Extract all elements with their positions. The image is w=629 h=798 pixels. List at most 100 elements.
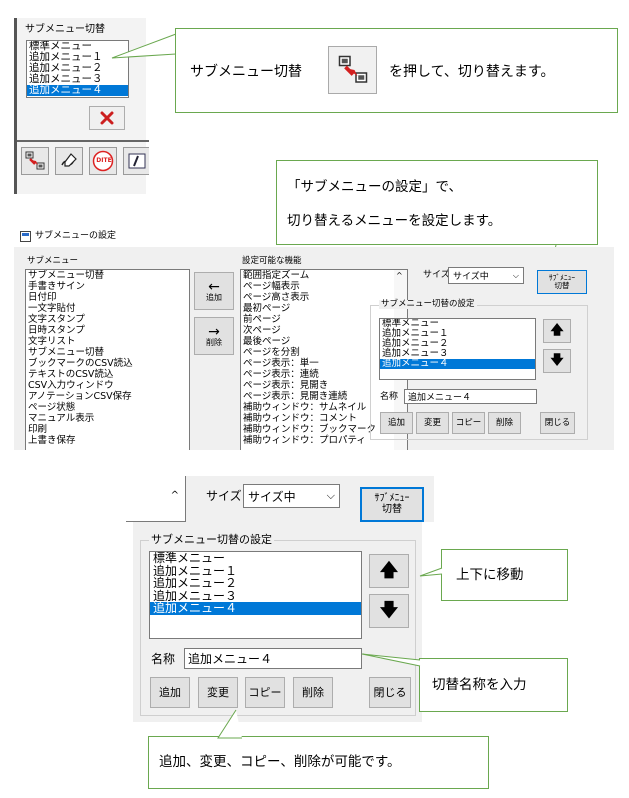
callout-name-text: 切替名称を入力 bbox=[432, 677, 527, 693]
list-item[interactable]: 追加メニュー４ bbox=[380, 359, 535, 369]
list-item[interactable]: 追加メニュー２ bbox=[150, 577, 361, 590]
scroll-up-icon: ^ bbox=[170, 490, 179, 501]
delete-button[interactable]: 削除 bbox=[488, 412, 521, 434]
zoom-submenu-switch-line2: 切替 bbox=[382, 503, 402, 515]
move-down-button[interactable]: 🡇 bbox=[543, 349, 571, 373]
arrow-up-icon: 🡅 bbox=[550, 323, 564, 339]
delete-x-icon bbox=[100, 111, 114, 125]
zoom-submenu-switch-button[interactable]: ｻﾌﾞﾒﾆｭｰ 切替 bbox=[360, 487, 424, 522]
zoom-size-select[interactable]: サイズ中 ⌵ bbox=[243, 484, 340, 508]
callout-settings-line2: 切り替えるメニューを設定します。 bbox=[287, 213, 502, 229]
dialog-title: サブメニューの設定 bbox=[35, 231, 117, 241]
arrow-right-icon: → bbox=[208, 323, 220, 340]
zoom-switch-settings-group-label: サブメニュー切替の設定 bbox=[149, 533, 274, 546]
switch-settings-group: サブメニュー切替の設定 標準メニュー 追加メニュー１ 追加メニュー２ 追加メニュー３ 追… bbox=[370, 300, 588, 440]
zoom-move-down-button[interactable]: 🡇 bbox=[369, 594, 409, 628]
date-stamp-label: DITE bbox=[96, 157, 112, 164]
copy-button[interactable]: コピー bbox=[452, 412, 485, 434]
zoom-change-button[interactable]: 変更 bbox=[198, 677, 238, 708]
zoom-move-up-button[interactable]: 🡅 bbox=[369, 554, 409, 588]
available-functions-label: 設定可能な機能 bbox=[242, 256, 302, 266]
name-label: 名称 bbox=[380, 392, 399, 402]
list-item[interactable]: 文字スタンプ bbox=[26, 314, 189, 325]
close-list-button[interactable] bbox=[89, 106, 125, 130]
arrow-down-icon: 🡇 bbox=[550, 353, 564, 369]
change-button[interactable]: 変更 bbox=[416, 412, 449, 434]
submenu-switch-button[interactable]: ｻﾌﾞﾒﾆｭｰ 切替 bbox=[537, 270, 587, 294]
switch-settings-group-label: サブメニュー切替の設定 bbox=[379, 299, 477, 309]
submenu-switch-line2: 切替 bbox=[554, 281, 570, 290]
list-item[interactable]: ページ幅表示 bbox=[241, 281, 407, 292]
callout-buttons: 追加、変更、コピー、削除が可能です。 bbox=[148, 736, 489, 789]
list-item[interactable]: 追加メニュー４ bbox=[150, 602, 361, 615]
callout-switch: サブメニュー切替 を押して、切り替えます。 bbox=[175, 28, 618, 113]
submenu-list-label: サブメニュー bbox=[27, 256, 79, 266]
list-item[interactable]: 日時スタンプ bbox=[26, 325, 189, 336]
remove-function-button[interactable]: → 削除 bbox=[194, 317, 234, 355]
list-item[interactable]: 印刷 bbox=[26, 424, 189, 435]
zoom-top-strip: ^ サイズ サイズ中 ⌵ ｻﾌﾞﾒﾆｭｰ 切替 bbox=[126, 476, 434, 522]
callout-move: 上下に移動 bbox=[441, 549, 568, 601]
zoom-name-label: 名称 bbox=[151, 652, 176, 666]
arrow-left-icon: ← bbox=[208, 278, 220, 295]
arrow-down-icon: 🡇 bbox=[379, 599, 399, 621]
text-toolbar-button[interactable] bbox=[123, 147, 149, 175]
zoom-available-list-edge[interactable]: ^ bbox=[126, 476, 186, 522]
scroll-up-icon: ^ bbox=[396, 271, 403, 280]
dialog-app-icon bbox=[20, 231, 31, 242]
list-item[interactable]: アノテーションCSV保存 bbox=[26, 391, 189, 402]
list-item[interactable]: 手書きサイン bbox=[26, 281, 189, 292]
list-item[interactable]: ブックマークのCSV読込 bbox=[26, 358, 189, 369]
zoom-close-button[interactable]: 閉じる bbox=[369, 677, 411, 708]
zoom-switch-menu-list[interactable]: 標準メニュー 追加メニュー１ 追加メニュー２ 追加メニュー３ 追加メニュー４ bbox=[149, 551, 362, 639]
list-item[interactable]: ページ状態 bbox=[26, 402, 189, 413]
callout-settings: 「サブメニューの設定」で、 切り替えるメニューを設定します。 bbox=[276, 160, 598, 245]
date-stamp-toolbar-button[interactable]: DITE bbox=[89, 147, 117, 175]
zoom-switch-settings-panel: サブメニュー切替の設定 標準メニュー 追加メニュー１ 追加メニュー２ 追加メニュー３ 追… bbox=[133, 522, 422, 722]
list-item[interactable]: 標準メニュー bbox=[150, 552, 361, 565]
list-item[interactable]: テキストのCSV読込 bbox=[26, 369, 189, 380]
remove-function-label: 削除 bbox=[206, 337, 222, 347]
list-item[interactable]: サブメニュー切替 bbox=[26, 270, 189, 281]
chevron-down-icon: ⌵ bbox=[512, 270, 519, 280]
size-select-value: サイズ中 bbox=[453, 272, 489, 282]
zoom-name-input[interactable]: 追加メニュー４ bbox=[184, 648, 362, 669]
size-select[interactable]: サイズ中 ⌵ bbox=[448, 267, 524, 284]
add-button[interactable]: 追加 bbox=[380, 412, 413, 434]
list-item[interactable]: マニュアル表示 bbox=[26, 413, 189, 424]
list-item[interactable]: CSV入力ウィンドウ bbox=[26, 380, 189, 391]
callout-name-pointer bbox=[361, 653, 421, 667]
submenu-switch-toolbar-button[interactable] bbox=[21, 147, 49, 175]
list-item[interactable]: 文字リスト bbox=[26, 336, 189, 347]
callout-move-text: 上下に移動 bbox=[456, 567, 524, 583]
close-button[interactable]: 閉じる bbox=[540, 412, 575, 434]
list-item[interactable]: 一文字貼付 bbox=[26, 303, 189, 314]
switch-menu-list[interactable]: 標準メニュー 追加メニュー１ 追加メニュー２ 追加メニュー３ 追加メニュー４ bbox=[379, 318, 536, 380]
callout-move-pointer bbox=[419, 567, 443, 577]
list-item[interactable]: 日付印 bbox=[26, 292, 189, 303]
arrow-up-icon: 🡅 bbox=[379, 559, 399, 581]
callout-switch-text-after: を押して、切り替えます。 bbox=[389, 64, 555, 80]
submenu-group-label: サブメニュー切替 bbox=[25, 24, 105, 35]
size-label: サイズ bbox=[423, 270, 450, 280]
list-item[interactable]: 追加メニュー４ bbox=[27, 85, 128, 96]
list-item[interactable]: 範囲指定ズーム bbox=[241, 270, 407, 281]
zoom-add-button[interactable]: 追加 bbox=[150, 677, 190, 708]
callout-name: 切替名称を入力 bbox=[419, 658, 568, 712]
zoom-submenu-switch-line1: ｻﾌﾞﾒﾆｭｰ bbox=[374, 493, 410, 504]
submenu-switch-icon bbox=[25, 151, 45, 171]
italic-text-icon bbox=[128, 153, 145, 169]
submenu-settings-dialog: サブメニュー サブメニュー切替 手書きサイン 日付印 一文字貼付 文字スタンプ 日時スタン… bbox=[14, 247, 614, 450]
submenu-switch-sample-icon bbox=[328, 46, 377, 94]
name-input[interactable]: 追加メニュー４ bbox=[404, 389, 537, 404]
dialog-titlebar: サブメニューの設定 bbox=[14, 225, 276, 247]
zoom-delete-button[interactable]: 削除 bbox=[293, 677, 333, 708]
callout-buttons-pointer bbox=[217, 709, 242, 739]
list-item[interactable]: 上書き保存 bbox=[26, 435, 189, 446]
add-function-button[interactable]: ← 追加 bbox=[194, 272, 234, 310]
submenu-function-list[interactable]: サブメニュー切替 手書きサイン 日付印 一文字貼付 文字スタンプ 日時スタンプ 文字リストサ… bbox=[25, 269, 190, 450]
move-up-button[interactable]: 🡅 bbox=[543, 319, 571, 343]
signature-toolbar-button[interactable] bbox=[55, 147, 83, 175]
list-item[interactable]: サブメニュー切替 bbox=[26, 347, 189, 358]
zoom-copy-button[interactable]: コピー bbox=[245, 677, 285, 708]
